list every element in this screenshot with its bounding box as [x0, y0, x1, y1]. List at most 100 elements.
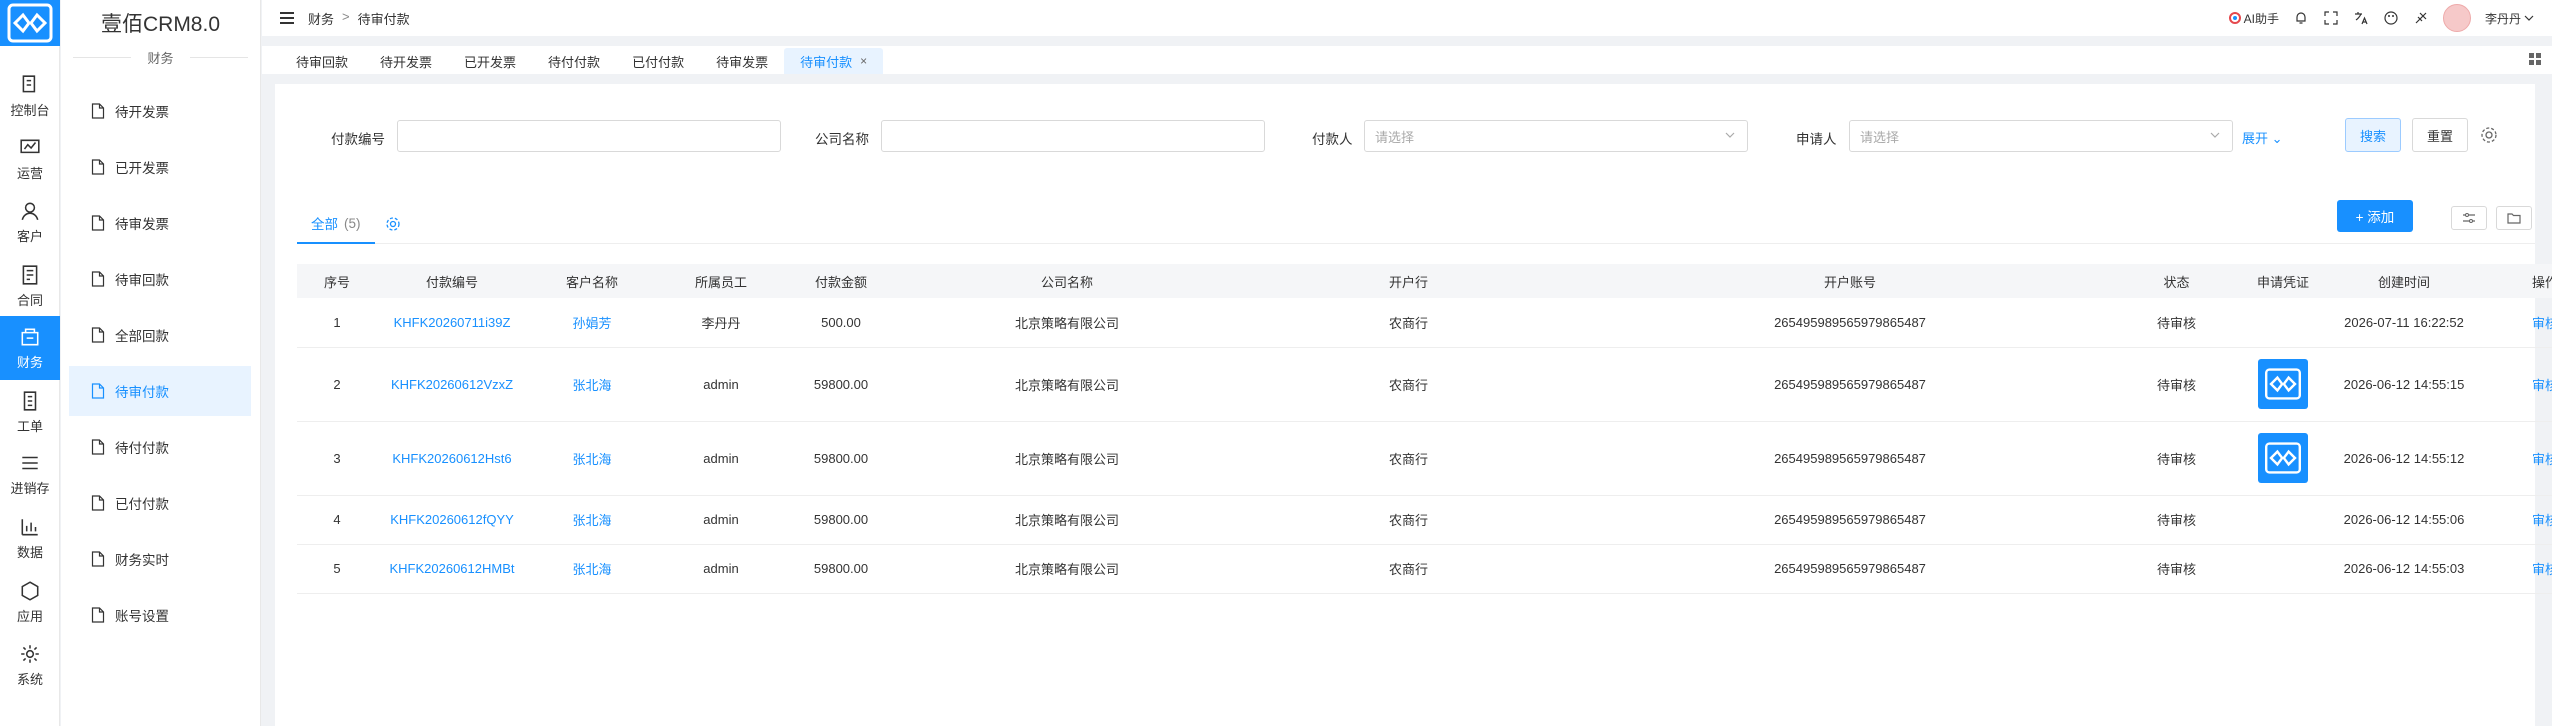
sliders-icon	[2463, 213, 2475, 223]
customer-link[interactable]: 张北海	[527, 347, 657, 422]
user-menu[interactable]: 李丹丹	[2485, 10, 2534, 27]
document-icon	[91, 327, 105, 343]
menu-item-9[interactable]: 账号设置	[69, 590, 251, 640]
menu-item-6[interactable]: 待付付款	[69, 422, 251, 472]
payment-code-link[interactable]: KHFK20260612Hst6	[377, 421, 527, 496]
rail-item-label: 数据	[16, 544, 43, 560]
document-icon	[91, 551, 105, 567]
finance-submenu: 壹佰CRM8.0 财务 待开发票 已开发票 待审发票 待审回款 全部回款 待审付款 待付付款…	[61, 0, 261, 726]
logo[interactable]	[0, 0, 60, 46]
customer-link[interactable]: 张北海	[527, 495, 657, 545]
translate-icon[interactable]	[2353, 10, 2369, 26]
main-panel: 付款编号 公司名称 付款人 请选择 申请人 请选择 展开 ⌄ 搜索 重置 全部 …	[275, 84, 2552, 726]
document-icon	[91, 159, 105, 175]
theme-icon[interactable]	[2413, 10, 2429, 26]
search-button[interactable]: 搜索	[2345, 118, 2401, 152]
applicant-select[interactable]: 请选择	[1849, 120, 2233, 152]
rail-item-8[interactable]: 应用	[0, 570, 60, 634]
grid-icon[interactable]	[2528, 52, 2542, 66]
payment-code-link[interactable]: KHFK20260711i39Z	[377, 298, 527, 348]
menu-item-label: 待审回款	[115, 273, 169, 288]
export-button[interactable]	[2496, 206, 2532, 230]
voucher-thumbnail[interactable]	[2258, 433, 2308, 483]
customer-link[interactable]: 孙娟芳	[527, 298, 657, 348]
breadcrumb-root[interactable]: 财务	[308, 9, 334, 28]
review-link[interactable]: 审核	[2475, 298, 2552, 348]
rail-item-7[interactable]: 数据	[0, 506, 60, 570]
document-icon	[91, 495, 105, 511]
fullscreen-icon[interactable]	[2323, 10, 2339, 26]
review-link[interactable]: 审核	[2475, 347, 2552, 422]
rail-item-4[interactable]: 财务	[0, 316, 60, 380]
menu-item-4[interactable]: 全部回款	[69, 310, 251, 360]
menu-item-8[interactable]: 财务实时	[69, 534, 251, 584]
column-header: 客户名称	[527, 264, 657, 298]
breadcrumb-current: 待审付款	[357, 11, 410, 27]
account-number: 265495989565979865487	[1580, 298, 2120, 348]
menu-toggle-icon[interactable]	[280, 11, 294, 25]
tab-3[interactable]: 待付付款	[532, 48, 616, 74]
tab-all[interactable]: 全部 (5)	[297, 204, 375, 244]
menu-item-2[interactable]: 待审发票	[69, 198, 251, 248]
tab-2[interactable]: 已开发票	[448, 48, 532, 74]
rail-item-3[interactable]: 合同	[0, 254, 60, 318]
rail-item-label: 进销存	[10, 480, 50, 496]
customer-link[interactable]: 张北海	[527, 544, 657, 594]
bell-icon[interactable]	[2293, 10, 2309, 26]
company-name: 北京策略有限公司	[897, 347, 1237, 422]
payment-code-link[interactable]: KHFK20260612VzxZ	[377, 347, 527, 422]
expand-link[interactable]: 展开 ⌄	[2242, 128, 2283, 147]
review-link[interactable]: 审核	[2475, 495, 2552, 545]
menu-item-0[interactable]: 待开发票	[69, 86, 251, 136]
pay-no-input[interactable]	[397, 120, 781, 152]
tab-6[interactable]: 待审付款 ×	[784, 48, 884, 74]
tab-0[interactable]: 待审回款	[280, 48, 364, 74]
ai-assistant-label: AI助手	[2243, 11, 2279, 26]
company-label: 公司名称	[815, 132, 869, 147]
company-input[interactable]	[881, 120, 1265, 152]
menu-item-5[interactable]: 待审付款	[69, 366, 251, 416]
status-text: 待审核	[2120, 298, 2233, 348]
avatar[interactable]	[2442, 4, 2471, 32]
payer-placeholder: 请选择	[1375, 129, 1415, 145]
status-text: 待审核	[2120, 421, 2233, 496]
account-number: 265495989565979865487	[1580, 347, 2120, 422]
company-name: 北京策略有限公司	[897, 495, 1237, 545]
breadcrumb-separator: >	[342, 8, 350, 24]
ai-assistant-button[interactable]: AI助手	[2228, 10, 2279, 27]
gear-icon[interactable]	[2480, 126, 2498, 144]
rail-item-1[interactable]: 运营	[0, 127, 60, 191]
payment-code-link[interactable]: KHFK20260612HMBt	[377, 544, 527, 594]
column-header: 开户行	[1237, 264, 1580, 298]
close-icon[interactable]: ×	[860, 54, 867, 68]
tab-5[interactable]: 待审发票	[700, 48, 784, 74]
amount: 59800.00	[785, 421, 897, 496]
rail-item-9[interactable]: 系统	[0, 633, 60, 697]
menu-item-1[interactable]: 已开发票	[69, 142, 251, 192]
voucher-thumbnail[interactable]	[2258, 359, 2308, 409]
review-link[interactable]: 审核	[2475, 421, 2552, 496]
document-icon	[91, 215, 105, 231]
reset-button[interactable]: 重置	[2412, 118, 2468, 152]
menu-item-3[interactable]: 待审回款	[69, 254, 251, 304]
payment-code-link[interactable]: KHFK20260612fQYY	[377, 495, 527, 545]
tab-4[interactable]: 已付付款	[616, 48, 700, 74]
tab-label: 待开发票	[380, 54, 433, 70]
row-number: 4	[297, 495, 377, 545]
rail-item-6[interactable]: 进销存	[0, 442, 60, 506]
tab-1[interactable]: 待开发票	[364, 48, 448, 74]
rail-item-0[interactable]: 控制台	[0, 64, 60, 128]
filter-toggle-button[interactable]	[2451, 206, 2487, 230]
system-icon	[21, 644, 39, 663]
page-tabs: 待审回款 待开发票 已开发票 待付付款 已付付款 待审发票 待审付款 ×	[262, 46, 2552, 74]
account-number: 265495989565979865487	[1580, 544, 2120, 594]
rail-item-2[interactable]: 客户	[0, 190, 60, 254]
column-settings-icon[interactable]	[385, 216, 401, 232]
rail-item-5[interactable]: 工单	[0, 380, 60, 444]
menu-item-7[interactable]: 已付付款	[69, 478, 251, 528]
payer-select[interactable]: 请选择	[1364, 120, 1748, 152]
customer-link[interactable]: 张北海	[527, 421, 657, 496]
palette-icon[interactable]	[2383, 10, 2399, 26]
add-button[interactable]: + 添加	[2337, 200, 2413, 232]
review-link[interactable]: 审核	[2475, 544, 2552, 594]
